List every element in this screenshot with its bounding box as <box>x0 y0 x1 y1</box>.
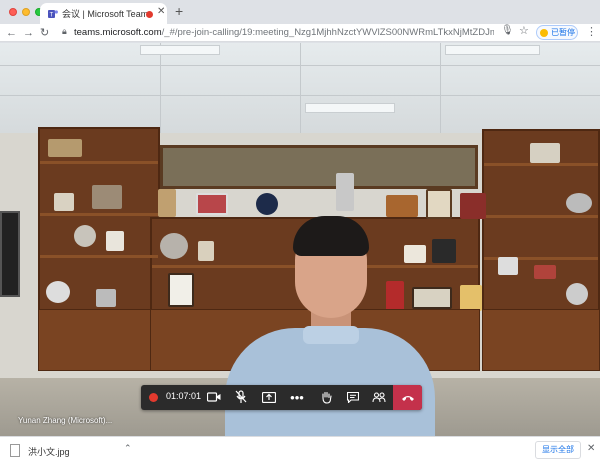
left-lower-cabinet <box>38 309 160 371</box>
show-all-downloads-button[interactable]: 显示全部 <box>535 441 581 459</box>
participant-name-label: Yunan Zhang (Microsoft)... <box>18 416 113 425</box>
video-camera-icon <box>206 392 221 402</box>
meeting-timer: 01:07:01 <box>166 391 202 401</box>
people-icon <box>372 392 386 403</box>
forward-arrow-icon[interactable]: → <box>23 25 34 41</box>
teams-icon: T <box>48 10 58 19</box>
tab-close-icon[interactable]: ✕ <box>157 6 165 17</box>
tab-title: 会议 | Microsoft Teams <box>62 9 153 19</box>
browser-toolbar: ← → ↻ 🔒︎ teams.microsoft.com/_#/pre-join… <box>0 24 600 42</box>
more-actions-button[interactable]: ••• <box>289 389 305 406</box>
reload-icon[interactable]: ↻ <box>40 25 49 41</box>
share-screen-icon <box>261 391 277 404</box>
browser-window: T 会议 | Microsoft Teams ✕ + ← → ↻ 🔒︎ team… <box>0 0 600 463</box>
address-bar[interactable]: 🔒︎ teams.microsoft.com/_#/pre-join-calli… <box>58 25 533 41</box>
share-screen-button[interactable] <box>261 389 277 406</box>
url-host: teams.microsoft.com <box>74 27 162 38</box>
recording-indicator-icon <box>146 11 153 18</box>
tab-teams-meeting[interactable]: T 会议 | Microsoft Teams ✕ <box>40 3 167 24</box>
url-path: /_#/pre-join-calling/19:meeting_Nzg1Mjhh… <box>161 27 494 38</box>
image-file-icon <box>10 444 20 457</box>
chevron-up-icon[interactable]: ⌃ <box>124 443 132 454</box>
close-window-button[interactable] <box>9 8 17 16</box>
download-file-name[interactable]: 洪小文.jpg <box>28 445 70 458</box>
wall-monitor <box>0 211 20 297</box>
camera-button[interactable] <box>206 389 222 406</box>
participant-video: 01:07:01 ••• Yunan Zhang (Microsoft)... <box>0 43 600 436</box>
recording-indicator-icon <box>149 393 158 402</box>
back-arrow-icon[interactable]: ← <box>6 25 17 41</box>
microphone-off-icon <box>235 390 247 403</box>
url-text[interactable]: teams.microsoft.com/_#/pre-join-calling/… <box>74 27 494 38</box>
ceiling <box>0 43 600 133</box>
paused-label: 已暂停 <box>551 28 575 37</box>
chat-icon <box>346 391 360 404</box>
hangup-button[interactable] <box>393 385 422 410</box>
download-shelf: 洪小文.jpg ⌃ 显示全部 ✕ <box>0 436 600 463</box>
more-icon: ••• <box>290 390 304 405</box>
close-icon[interactable]: ✕ <box>587 443 595 454</box>
svg-text:T: T <box>50 13 54 19</box>
phone-hangup-icon <box>402 396 414 401</box>
tab-strip: T 会议 | Microsoft Teams ✕ + <box>0 0 600 24</box>
lock-icon[interactable]: 🔒︎ <box>62 26 67 37</box>
microphone-button[interactable] <box>233 389 249 406</box>
bookmark-star-icon[interactable]: ☆ <box>519 24 529 37</box>
minimize-window-button[interactable] <box>22 8 30 16</box>
meeting-controls-bar: 01:07:01 ••• <box>141 385 422 410</box>
wall-painting <box>160 145 478 189</box>
new-tab-button[interactable]: + <box>175 3 183 19</box>
raise-hand-button[interactable] <box>318 389 334 406</box>
hand-icon <box>321 391 332 404</box>
profile-avatar-icon <box>540 29 548 37</box>
chat-button[interactable] <box>345 389 361 406</box>
sync-paused-button[interactable]: 已暂停 <box>536 25 578 40</box>
microphone-in-use-icon[interactable]: 🎙︎ <box>501 25 514 36</box>
right-lower-cabinet <box>482 309 600 371</box>
kebab-menu-icon[interactable]: ⋮ <box>586 25 597 38</box>
participants-button[interactable] <box>371 389 387 406</box>
